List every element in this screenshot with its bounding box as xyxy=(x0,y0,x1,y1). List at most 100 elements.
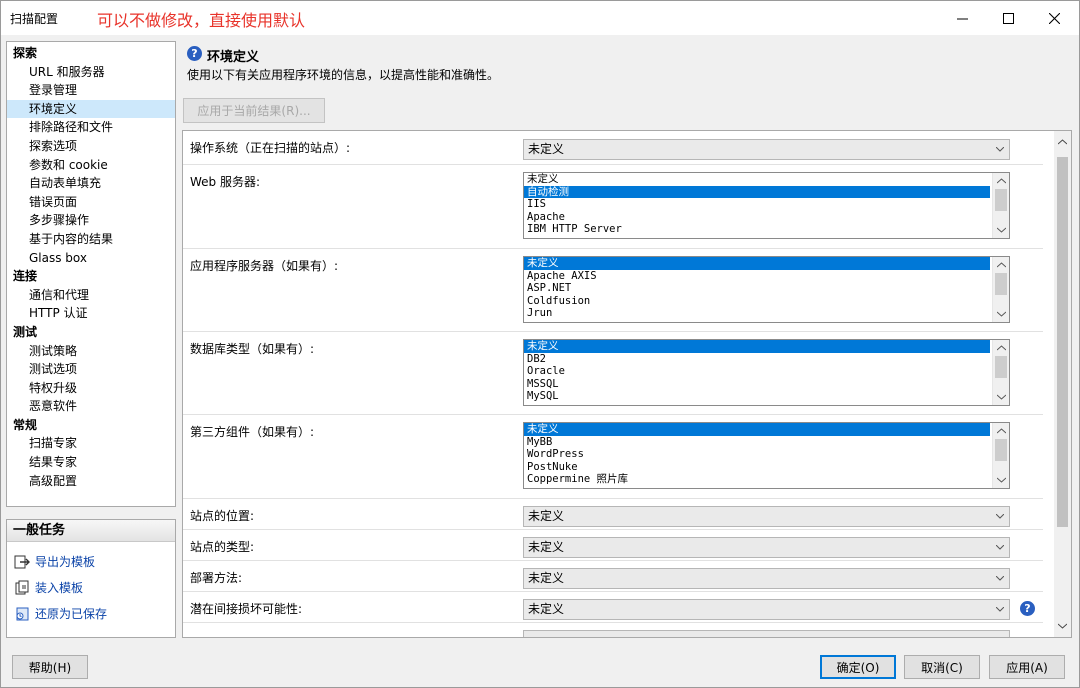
help-icon[interactable]: ? xyxy=(1020,601,1035,616)
list-item[interactable]: DB2 xyxy=(524,353,990,366)
list-item[interactable]: 未定义 xyxy=(524,173,990,186)
apply-button[interactable]: 应用(A) xyxy=(989,655,1065,679)
nav-group-connection[interactable]: 连接 xyxy=(7,267,175,286)
list-item[interactable]: IIS xyxy=(524,198,990,211)
minimize-button[interactable] xyxy=(939,1,985,35)
list-item[interactable]: Oracle xyxy=(524,365,990,378)
nav-item-result-expert[interactable]: 结果专家 xyxy=(7,453,175,472)
minimize-icon xyxy=(956,18,968,19)
nav-item-login[interactable]: 登录管理 xyxy=(7,81,175,100)
nav-item-comm-proxy[interactable]: 通信和代理 xyxy=(7,286,175,305)
list-item[interactable]: WordPress xyxy=(524,448,990,461)
site-location-select[interactable]: 未定义 xyxy=(523,506,1010,527)
damage-value: 未定义 xyxy=(528,602,565,616)
annotation-text: 可以不做修改，直接使用默认 xyxy=(97,11,306,30)
site-type-value: 未定义 xyxy=(528,540,565,554)
list-item[interactable]: ASP.NET xyxy=(524,282,990,295)
nav-item-glass-box[interactable]: Glass box xyxy=(7,249,175,268)
damage-row: 潜在间接损坏可能性: 未定义 xyxy=(183,592,1043,623)
site-type-select[interactable]: 未定义 xyxy=(523,537,1010,558)
page-description: 使用以下有关应用程序环境的信息，以提高性能和准确性。 xyxy=(187,68,500,82)
nav-item-params-cookies[interactable]: 参数和 cookie xyxy=(7,156,175,175)
tasks-panel: 一般任务 导出为模板 装入模板 还原为已保存 xyxy=(6,519,176,638)
tasks-title: 一般任务 xyxy=(7,520,175,542)
list-item[interactable]: Apache AXIS xyxy=(524,270,990,283)
os-label: 操作系统（正在扫描的站点）: xyxy=(190,141,351,155)
nav-item-advanced-config[interactable]: 高级配置 xyxy=(7,472,175,491)
list-item[interactable]: Coldfusion xyxy=(524,295,990,308)
list-item[interactable]: 未定义 xyxy=(524,423,990,436)
export-template-link[interactable]: 导出为模板 xyxy=(7,549,175,574)
chevron-down-icon xyxy=(1058,623,1067,629)
chevron-up-icon xyxy=(997,428,1006,434)
list-item[interactable]: MSSQL xyxy=(524,378,990,391)
close-button[interactable] xyxy=(1031,1,1077,35)
nav-group-test[interactable]: 测试 xyxy=(7,323,175,342)
nav-item-multistep[interactable]: 多步骤操作 xyxy=(7,211,175,230)
list-item[interactable]: Coppermine 照片库 xyxy=(524,473,990,486)
listbox-scrollbar[interactable] xyxy=(992,257,1009,322)
form-scrollbar[interactable] xyxy=(1054,131,1071,637)
apply-to-current-button[interactable]: 应用于当前结果(R)... xyxy=(183,98,325,123)
nav-group-explore[interactable]: 探索 xyxy=(7,44,175,63)
maximize-button[interactable] xyxy=(985,1,1031,35)
third-party-listbox[interactable]: 未定义 MyBB WordPress PostNuke Coppermine 照… xyxy=(523,422,1010,489)
chevron-down-icon xyxy=(996,545,1004,550)
chevron-down-icon xyxy=(997,227,1006,233)
listbox-scrollbar[interactable] xyxy=(992,423,1009,488)
restore-saved-link[interactable]: 还原为已保存 xyxy=(7,601,175,626)
db-row: 数据库类型（如果有）: 未定义 DB2 Oracle MSSQL MySQL xyxy=(183,332,1043,415)
nav-item-http-auth[interactable]: HTTP 认证 xyxy=(7,304,175,323)
nav-group-general[interactable]: 常规 xyxy=(7,416,175,435)
load-template-link[interactable]: 装入模板 xyxy=(7,575,175,600)
nav-item-environment[interactable]: 环境定义 xyxy=(7,99,175,119)
nav-item-error-pages[interactable]: 错误页面 xyxy=(7,193,175,212)
list-item[interactable]: IBM HTTP Server xyxy=(524,223,990,236)
site-location-row: 站点的位置: 未定义 xyxy=(183,499,1043,530)
cancel-button[interactable]: 取消(C) xyxy=(904,655,980,679)
nav-item-scan-expert[interactable]: 扫描专家 xyxy=(7,434,175,453)
web-server-listbox[interactable]: 未定义 自动检测 IIS Apache IBM HTTP Server xyxy=(523,172,1010,239)
nav-item-test-policy[interactable]: 测试策略 xyxy=(7,342,175,361)
nav-item-explore-options[interactable]: 探索选项 xyxy=(7,137,175,156)
list-item[interactable]: 自动检测 xyxy=(524,185,990,199)
nav-item-auto-form-fill[interactable]: 自动表单填充 xyxy=(7,174,175,193)
list-item[interactable]: MySQL xyxy=(524,390,990,403)
nav-item-test-options[interactable]: 测试选项 xyxy=(7,360,175,379)
chevron-down-icon xyxy=(996,147,1004,152)
deploy-row: 部署方法: 未定义 xyxy=(183,561,1043,592)
site-type-label: 站点的类型: xyxy=(190,540,255,554)
listbox-scrollbar[interactable] xyxy=(992,340,1009,405)
list-item[interactable]: Jrun xyxy=(524,307,990,320)
db-listbox[interactable]: 未定义 DB2 Oracle MSSQL MySQL xyxy=(523,339,1010,406)
help-button[interactable]: 帮助(H) xyxy=(12,655,88,679)
nav-item-privilege-escalation[interactable]: 特权升级 xyxy=(7,379,175,398)
app-server-listbox[interactable]: 未定义 Apache AXIS ASP.NET Coldfusion Jrun xyxy=(523,256,1010,323)
deploy-select[interactable]: 未定义 xyxy=(523,568,1010,589)
nav-item-content-results[interactable]: 基于内容的结果 xyxy=(7,230,175,249)
partial-row xyxy=(183,623,1043,637)
list-item[interactable]: 未定义 xyxy=(524,257,990,270)
list-item[interactable]: Apache xyxy=(524,211,990,224)
deploy-label: 部署方法: xyxy=(190,571,243,585)
chevron-down-icon xyxy=(996,514,1004,519)
scrollbar-thumb[interactable] xyxy=(1057,157,1068,527)
list-item[interactable]: MyBB xyxy=(524,436,990,449)
os-select[interactable]: 未定义 xyxy=(523,139,1010,160)
title-bar: 扫描配置 可以不做修改，直接使用默认 xyxy=(1,1,1079,35)
os-value: 未定义 xyxy=(528,142,565,156)
help-circle-icon: ? xyxy=(187,46,202,61)
site-location-value: 未定义 xyxy=(528,509,565,523)
ok-button[interactable]: 确定(O) xyxy=(820,655,896,679)
listbox-scrollbar[interactable] xyxy=(992,173,1009,238)
nav-item-exclude-paths[interactable]: 排除路径和文件 xyxy=(7,118,175,137)
list-item[interactable]: PostNuke xyxy=(524,461,990,474)
partial-select[interactable] xyxy=(523,630,1010,637)
export-template-label: 导出为模板 xyxy=(35,555,96,569)
list-item[interactable]: 未定义 xyxy=(524,340,990,353)
nav-item-malware[interactable]: 恶意软件 xyxy=(7,397,175,416)
chevron-up-icon xyxy=(997,262,1006,268)
nav-item-url-servers[interactable]: URL 和服务器 xyxy=(7,63,175,82)
chevron-down-icon xyxy=(997,394,1006,400)
damage-select[interactable]: 未定义 xyxy=(523,599,1010,620)
